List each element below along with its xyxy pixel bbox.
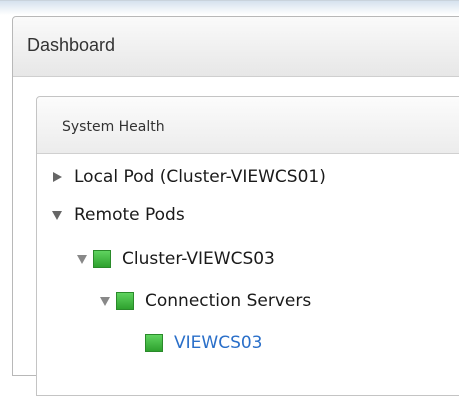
dashboard-header: Dashboard bbox=[13, 17, 459, 77]
collapse-arrow-icon[interactable] bbox=[75, 252, 89, 266]
expand-arrow-icon[interactable] bbox=[50, 170, 64, 184]
tree-item-label: Cluster-VIEWCS03 bbox=[122, 249, 275, 269]
app-frame: Dashboard System Health Local Pod (Clust… bbox=[0, 0, 459, 396]
tree-item-connection-servers[interactable]: Connection Servers bbox=[98, 287, 311, 315]
dashboard-title: Dashboard bbox=[27, 35, 116, 55]
tree-item-cluster[interactable]: Cluster-VIEWCS03 bbox=[75, 245, 275, 273]
status-ok-icon bbox=[93, 250, 111, 268]
tree-item-local-pod[interactable]: Local Pod (Cluster-VIEWCS01) bbox=[50, 163, 326, 191]
status-ok-icon bbox=[116, 292, 134, 310]
tree-item-remote-pods[interactable]: Remote Pods bbox=[50, 201, 185, 229]
tree-item-label: Remote Pods bbox=[74, 205, 185, 225]
tree-item-server[interactable]: VIEWCS03 bbox=[145, 329, 263, 357]
status-ok-icon bbox=[145, 334, 163, 352]
system-health-header: System Health bbox=[37, 97, 459, 154]
collapse-arrow-icon[interactable] bbox=[50, 208, 64, 222]
collapse-arrow-icon[interactable] bbox=[98, 294, 112, 308]
tree-item-label: Local Pod (Cluster-VIEWCS01) bbox=[74, 167, 326, 187]
top-strip bbox=[0, 1, 459, 15]
tree-item-label: Connection Servers bbox=[145, 291, 312, 311]
system-health-title: System Health bbox=[62, 119, 165, 135]
server-link[interactable]: VIEWCS03 bbox=[174, 333, 263, 353]
